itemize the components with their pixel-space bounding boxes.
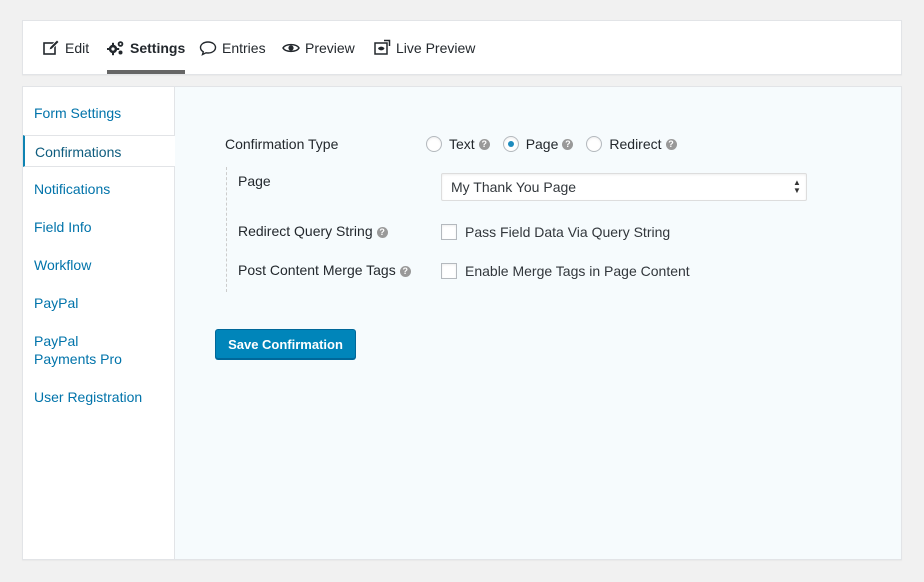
gears-icon xyxy=(107,40,124,55)
toolbar-settings[interactable]: Settings xyxy=(107,21,186,74)
confirmation-form: Confirmation Type Text ? Page ? Redirect… xyxy=(176,87,901,559)
sidebar-item-label: Notifications xyxy=(34,181,111,197)
radio-redirect-control[interactable] xyxy=(586,136,603,152)
toolbar-edit-label: Edit xyxy=(65,39,90,56)
form-toolbar: Edit Settings Entries Preview Live Previ… xyxy=(22,20,902,75)
sidebar-item-label: User Registration xyxy=(34,389,143,405)
merge-tags-label: Post Content Merge Tags xyxy=(238,262,396,278)
redirect-query-string-row: Redirect Query String? xyxy=(238,223,388,239)
toolbar-entries[interactable]: Entries xyxy=(199,21,266,74)
eye-icon xyxy=(282,43,300,52)
save-confirmation-button[interactable]: Save Confirmation xyxy=(215,329,356,359)
sidebar-item-confirmations[interactable]: Confirmations xyxy=(23,135,175,167)
sidebar-item-field-info[interactable]: Field Info xyxy=(23,218,103,236)
pass-field-data-checkbox[interactable] xyxy=(441,224,457,240)
toolbar-entries-label: Entries xyxy=(222,39,266,56)
redirect-query-string-label: Redirect Query String xyxy=(238,223,373,239)
sidebar-item-label: Confirmations xyxy=(35,144,122,160)
sidebar-item-label: Form Settings xyxy=(34,105,122,121)
sidebar-item-label: PayPal xyxy=(34,295,79,311)
edit-icon xyxy=(43,38,60,55)
toolbar-live-preview-label: Live Preview xyxy=(396,39,476,56)
page-label: Page xyxy=(238,173,271,189)
settings-group-divider xyxy=(226,167,227,292)
enable-merge-tags-option[interactable]: Enable Merge Tags in Page Content xyxy=(441,263,690,279)
sidebar-item-label: Field Info xyxy=(34,219,92,235)
settings-panel: Form Settings Confirmations Notification… xyxy=(22,86,902,560)
sidebar-item-notifications[interactable]: Notifications xyxy=(23,180,121,198)
merge-tags-row: Post Content Merge Tags? xyxy=(238,262,411,278)
select-arrows-icon: ▲ ▼ xyxy=(793,178,801,195)
enable-merge-tags-checkbox[interactable] xyxy=(441,263,457,279)
pass-field-data-option[interactable]: Pass Field Data Via Query String xyxy=(441,224,670,240)
sidebar-item-form-settings[interactable]: Form Settings xyxy=(23,104,132,122)
radio-text[interactable]: Text ? xyxy=(426,136,490,152)
help-icon[interactable]: ? xyxy=(562,138,574,150)
toolbar-preview-label: Preview xyxy=(305,39,355,56)
radio-page-label: Page xyxy=(525,136,559,152)
radio-text-control[interactable] xyxy=(426,136,442,152)
toolbar-settings-label: Settings xyxy=(130,39,186,56)
pass-field-data-label: Pass Field Data Via Query String xyxy=(465,224,671,240)
sidebar-item-label: Workflow xyxy=(34,257,92,273)
live-preview-icon xyxy=(374,39,391,55)
confirmation-type-label: Confirmation Type xyxy=(225,136,339,152)
confirmation-type-radios: Text ? Page ? Redirect ? xyxy=(426,136,690,152)
page-select-value: My Thank You Page xyxy=(451,179,577,195)
radio-redirect-label: Redirect xyxy=(609,136,662,152)
settings-sidebar: Form Settings Confirmations Notification… xyxy=(23,87,175,559)
radio-page-control[interactable] xyxy=(502,136,519,152)
radio-page[interactable]: Page ? xyxy=(502,136,574,152)
toolbar-edit[interactable]: Edit xyxy=(42,21,89,74)
sidebar-item-user-registration[interactable]: User Registration xyxy=(23,388,153,406)
radio-redirect[interactable]: Redirect ? xyxy=(586,136,677,152)
help-icon[interactable]: ? xyxy=(399,265,411,277)
page-select[interactable]: My Thank You Page ▲ ▼ xyxy=(441,173,807,201)
enable-merge-tags-label: Enable Merge Tags in Page Content xyxy=(465,263,690,279)
sidebar-item-workflow[interactable]: Workflow xyxy=(23,256,102,274)
sidebar-item-label: PayPal Payments Pro xyxy=(34,333,122,367)
speech-bubble-icon xyxy=(199,40,217,56)
toolbar-preview[interactable]: Preview xyxy=(282,21,355,74)
radio-text-label: Text xyxy=(449,136,475,152)
sidebar-item-paypal-payments-pro[interactable]: PayPal Payments Pro xyxy=(23,332,153,368)
help-icon[interactable]: ? xyxy=(478,138,490,150)
sidebar-item-paypal[interactable]: PayPal xyxy=(23,294,89,312)
toolbar-live-preview[interactable]: Live Preview xyxy=(373,21,475,74)
help-icon[interactable]: ? xyxy=(376,226,388,238)
help-icon[interactable]: ? xyxy=(665,138,677,150)
